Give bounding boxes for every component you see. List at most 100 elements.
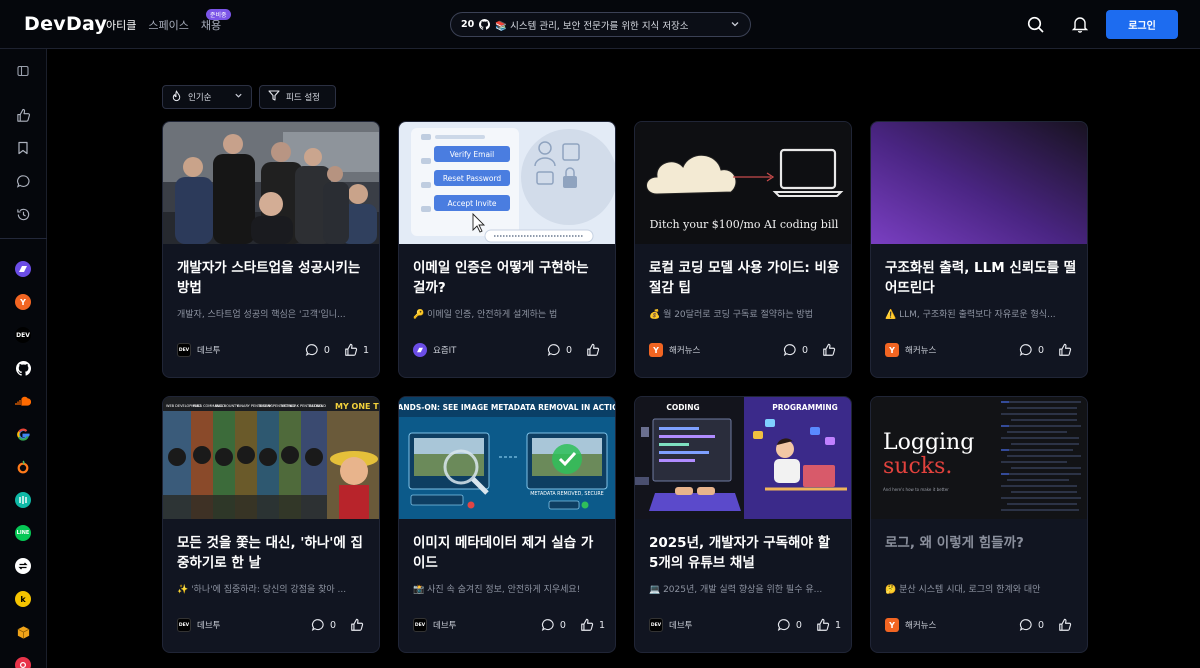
card-description: 💰 월 20달러로 코딩 구독료 절약하는 방법	[649, 310, 814, 320]
main-nav: 아티클 스페이스 채용	[106, 17, 221, 33]
article-card[interactable]: HANDS-ON: SEE IMAGE METADATA REMOVAL IN …	[398, 396, 616, 653]
hackernews-icon: Y	[885, 343, 899, 357]
thumbs-up-icon[interactable]	[14, 106, 32, 124]
swap-source-icon[interactable]	[15, 558, 31, 574]
comment-count[interactable]: 0	[1019, 343, 1044, 357]
devday-logo[interactable]: DevDay	[24, 13, 107, 35]
comment-count[interactable]: 0	[305, 343, 330, 357]
coding-label: CODING	[666, 403, 699, 412]
card-footer: Y 해커뉴스 0	[885, 342, 1077, 358]
search-icon[interactable]	[1026, 15, 1046, 35]
like-count[interactable]	[1058, 343, 1077, 357]
sucks-heading: sucks.	[883, 454, 952, 479]
hackernews-source-icon[interactable]: Y	[15, 294, 31, 310]
article-card[interactable]: CODING PROGRAMMING 2025년, 개발자가 구독해야 할 5개…	[634, 396, 852, 653]
soundcloud-source-icon[interactable]	[15, 393, 31, 409]
comment-count[interactable]: 0	[1019, 618, 1044, 632]
teal-source-icon[interactable]	[15, 492, 31, 508]
left-sidebar: Y DEV LINE k	[0, 49, 47, 668]
like-count[interactable]: 1	[580, 618, 605, 632]
logging-subtitle: And here's how to make it better	[883, 487, 949, 492]
flame-icon	[171, 89, 182, 105]
bell-icon[interactable]	[1070, 14, 1090, 34]
red-source-icon[interactable]	[15, 657, 31, 668]
like-count[interactable]: 1	[816, 618, 841, 632]
chevron-down-icon	[730, 19, 740, 32]
comment-count[interactable]: 0	[311, 618, 336, 632]
card-thumbnail: Logging sucks. And here's how to make it…	[871, 397, 1087, 519]
card-description: 💻 2025년, 개발 실력 향상을 위한 필수 유...	[649, 585, 823, 595]
card-title[interactable]: 모든 것을 쫓는 대신, '하나'에 집중하기로 한 날	[177, 533, 369, 573]
like-count[interactable]	[586, 343, 605, 357]
devto-icon: DEV	[177, 618, 191, 632]
line-source-icon[interactable]: LINE	[15, 525, 31, 541]
article-card[interactable]: Verify Email Reset Password Accept Invit…	[398, 121, 616, 378]
sort-dropdown[interactable]: 인기순	[162, 85, 252, 109]
card-description: ⚠️ LLM, 구조화된 출력보다 자유로운 형식...	[885, 310, 1056, 320]
card-footer: DEV 데브투 0 1	[649, 617, 841, 633]
comment-count[interactable]: 0	[547, 343, 572, 357]
card-title[interactable]: 로컬 코딩 모델 사용 가이드: 비용 절감 팁	[649, 258, 841, 298]
comment-count[interactable]: 0	[541, 618, 566, 632]
yozmit-source-icon[interactable]	[15, 261, 31, 277]
card-description: ✨ '하나'에 집중하라: 당신의 강점을 찾아 ...	[177, 585, 347, 595]
sidebar-toggle-icon[interactable]	[14, 62, 32, 80]
nav-articles[interactable]: 아티클	[106, 17, 136, 33]
comment-count[interactable]: 0	[777, 618, 802, 632]
history-icon[interactable]	[14, 205, 32, 223]
like-count[interactable]	[1058, 618, 1077, 632]
article-card[interactable]: 구조화된 출력, LLM 신뢰도를 떨어뜨린다 ⚠️ LLM, 구조화된 출력보…	[870, 121, 1088, 378]
card-thumbnail: CODING PROGRAMMING	[635, 397, 851, 519]
card-footer: DEV 데브투 0	[177, 617, 369, 633]
article-card[interactable]: 개발자가 스타트업을 성공시키는 방법 개발자, 스타트업 성공의 핵심은 '고…	[162, 121, 380, 378]
card-thumbnail: HANDS-ON: SEE IMAGE METADATA REMOVAL IN …	[399, 397, 615, 519]
svg-text:BUG BOUNTY: BUG BOUNTY	[215, 404, 239, 408]
devto-icon: DEV	[177, 343, 191, 357]
article-card[interactable]: Logging sucks. And here's how to make it…	[870, 396, 1088, 653]
card-title[interactable]: 구조화된 출력, LLM 신뢰도를 떨어뜨린다	[885, 258, 1077, 298]
card-title[interactable]: 개발자가 스타트업을 성공시키는 방법	[177, 258, 369, 298]
card-source: 데브투	[197, 621, 221, 631]
sort-label: 인기순	[188, 93, 212, 103]
card-source: 데브투	[197, 346, 221, 356]
google-source-icon[interactable]	[15, 426, 31, 442]
hackernews-icon: Y	[649, 343, 663, 357]
thumbs-up-icon	[587, 343, 600, 356]
comment-icon[interactable]	[14, 172, 32, 190]
yozmit-icon	[413, 343, 427, 357]
like-count[interactable]	[822, 343, 841, 357]
like-count[interactable]	[350, 618, 369, 632]
kakao-source-icon[interactable]: k	[15, 591, 31, 607]
login-button[interactable]: 로그인	[1106, 10, 1178, 39]
github-source-icon[interactable]	[15, 360, 31, 376]
card-title[interactable]: 이미지 메타데이터 제거 실습 가이드	[413, 533, 605, 573]
brand-o-source-icon[interactable]	[15, 459, 31, 475]
comment-icon	[547, 344, 560, 356]
top-header: DevDay 아티클 스페이스 채용 준비중 20 📚 시스템 관리, 보안 전…	[0, 0, 1200, 49]
filter-icon	[268, 90, 280, 104]
sidebar-divider	[0, 238, 47, 239]
box-source-icon[interactable]	[15, 624, 31, 640]
card-thumbnail: Ditch your $100/mo AI coding bill	[635, 122, 851, 244]
article-card[interactable]: WEB DEVELOPMENT PARA COMMANDO BUG BOUNTY…	[162, 396, 380, 653]
card-footer: Y 해커뉴스 0	[649, 342, 841, 358]
comment-icon	[305, 344, 318, 356]
card-title[interactable]: 로그, 왜 이렇게 힘들까?	[885, 533, 1077, 553]
space-selector[interactable]: 20 📚 시스템 관리, 보안 전문가를 위한 지식 저장소	[450, 12, 751, 37]
thumbs-up-icon	[823, 343, 836, 356]
feed-settings-button[interactable]: 피드 설정	[259, 85, 336, 109]
card-thumbnail: WEB DEVELOPMENT PARA COMMANDO BUG BOUNTY…	[163, 397, 379, 519]
card-title[interactable]: 이메일 인증은 어떻게 구현하는 걸까?	[413, 258, 605, 298]
comment-icon	[783, 344, 796, 356]
nav-spaces[interactable]: 스페이스	[148, 17, 188, 33]
thumbs-up-icon	[817, 618, 830, 631]
devto-source-icon[interactable]: DEV	[15, 327, 31, 343]
verify-email-label: Verify Email	[450, 150, 494, 159]
like-count[interactable]: 1	[344, 343, 369, 357]
thumbs-up-icon	[1059, 618, 1072, 631]
article-card[interactable]: Ditch your $100/mo AI coding bill 로컬 코딩 …	[634, 121, 852, 378]
comment-icon	[1019, 344, 1032, 356]
card-title[interactable]: 2025년, 개발자가 구독해야 할 5개의 유튜브 채널	[649, 533, 841, 573]
bookmark-icon[interactable]	[14, 139, 32, 157]
comment-count[interactable]: 0	[783, 343, 808, 357]
